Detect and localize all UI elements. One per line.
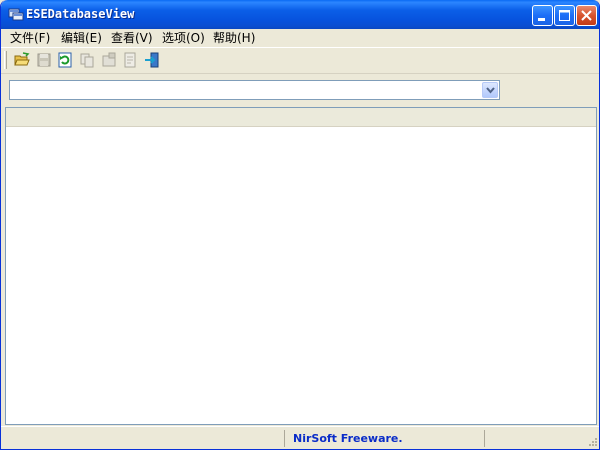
minimize-icon	[538, 18, 545, 21]
menu-edit[interactable]: 编辑(E)	[61, 30, 102, 46]
toolbar-grip[interactable]	[4, 51, 7, 69]
resize-grip-icon[interactable]	[586, 437, 598, 449]
exit-button[interactable]	[143, 51, 161, 69]
properties-icon	[102, 52, 116, 67]
save-button[interactable]	[35, 51, 53, 69]
html-report-icon	[124, 52, 136, 68]
list-column-header[interactable]	[6, 108, 596, 127]
menu-view[interactable]: 查看(V)	[111, 30, 153, 46]
properties-button[interactable]	[100, 51, 118, 69]
maximize-button[interactable]	[554, 5, 575, 26]
open-folder-icon	[14, 52, 30, 66]
toolbar-separator	[1, 73, 599, 74]
copy-icon	[80, 53, 94, 68]
menu-file[interactable]: 文件(F)	[10, 30, 50, 46]
open-button[interactable]	[13, 51, 31, 69]
save-icon	[37, 53, 51, 67]
status-pane-right	[484, 430, 599, 447]
exit-icon	[145, 52, 159, 68]
database-app-icon	[8, 7, 24, 21]
status-pane-center: NirSoft Freeware.	[284, 430, 484, 447]
title-bar[interactable]: ESEDatabaseView	[1, 0, 599, 29]
close-button[interactable]	[576, 5, 597, 26]
table-selector-combo[interactable]	[9, 80, 500, 100]
copy-button[interactable]	[78, 51, 96, 69]
refresh-button[interactable]	[56, 51, 74, 69]
status-pane-left	[1, 430, 284, 447]
window-title: ESEDatabaseView	[26, 7, 135, 21]
chevron-down-icon	[486, 87, 495, 94]
menu-help[interactable]: 帮助(H)	[213, 30, 255, 46]
html-report-button[interactable]	[121, 51, 139, 69]
menu-bar: 文件(F) 编辑(E) 查看(V) 选项(O) 帮助(H)	[1, 29, 599, 47]
menu-options[interactable]: 选项(O)	[162, 30, 205, 46]
status-credit-text: NirSoft Freeware.	[293, 432, 403, 445]
refresh-icon	[58, 52, 72, 68]
maximize-icon	[559, 10, 570, 21]
app-window: ESEDatabaseView 文件(F) 编辑(E) 查看(V) 选项(O) …	[0, 0, 600, 450]
records-list[interactable]	[5, 107, 597, 425]
minimize-button[interactable]	[532, 5, 553, 26]
status-bar: NirSoft Freeware.	[1, 426, 599, 449]
close-icon	[581, 10, 592, 21]
table-selector-dropdown-button[interactable]	[482, 82, 498, 98]
toolbar	[1, 48, 599, 72]
